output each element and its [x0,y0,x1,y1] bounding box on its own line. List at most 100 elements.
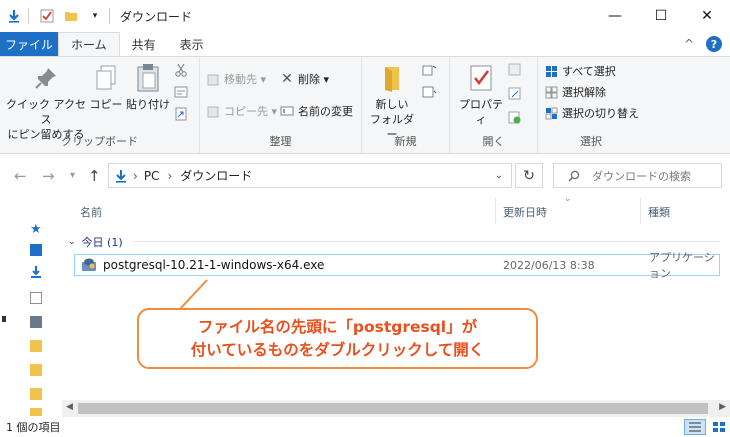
divider [109,8,110,24]
navigation-bar: ← → ▾ ↑ › PC › ダウンロード ⌄ ↻ ダウンロードの検索 [0,158,730,192]
pictures-icon[interactable] [30,316,42,328]
invert-selection-label: 選択の切り替え [562,107,639,120]
properties-check-icon[interactable] [37,6,57,26]
quick-access-star-icon[interactable]: ★ [30,222,42,237]
easy-access-icon[interactable] [422,85,438,99]
edit-icon[interactable] [508,87,522,101]
move-to-button[interactable]: 移動先 ▾ [206,71,266,87]
delete-label: 削除 ▾ [298,73,330,86]
rename-label: 名前の変更 [298,105,353,118]
organize-group: 移動先 ▾ ✕ 削除 ▾ コピー先 ▾ 名前の変更 整理 [200,57,362,153]
recent-dropdown-icon[interactable]: ▾ [70,170,75,181]
breadcrumb-pc[interactable]: PC [144,169,160,183]
clipboard-group-label: クリップボード [61,135,138,148]
callout-line2: 付いているものをダブルクリックして開く [190,340,485,359]
select-all-button[interactable]: すべて選択 [544,63,616,79]
new-folder-button[interactable]: 新しい フォルダー [366,61,418,142]
delete-button[interactable]: ✕ 削除 ▾ [280,71,329,87]
properties-button[interactable]: プロパティ [454,61,508,127]
customize-dropdown-icon[interactable]: ▾ [85,6,105,26]
history-icon[interactable] [508,111,522,125]
tab-home[interactable]: ホーム [58,32,120,56]
folder-icon[interactable] [30,408,42,416]
search-box[interactable]: ダウンロードの検索 [553,163,722,188]
details-view-button[interactable] [684,419,706,435]
tab-share[interactable]: 共有 [120,32,168,56]
paste-icon [133,61,163,95]
up-arrow-icon[interactable]: ↑ [88,167,101,185]
navigation-pane: ★ [0,196,62,421]
copy-path-icon[interactable] [174,85,188,99]
copy-to-icon [206,104,220,118]
copy-to-label: コピー先 ▾ [224,105,278,118]
new-folder-icon[interactable] [61,6,81,26]
location-download-icon [115,169,127,183]
refresh-button[interactable]: ↻ [515,163,543,188]
maximize-button[interactable]: ☐ [638,0,684,32]
select-group-label: 選択 [580,135,602,148]
title-bar: ▾ ダウンロード — ☐ ✕ [0,0,730,32]
delete-x-icon: ✕ [281,71,293,87]
breadcrumb-downloads[interactable]: ダウンロード [180,167,252,184]
scroll-right-arrow-icon[interactable]: ▶ [719,402,726,412]
pin-icon [31,61,61,95]
new-group: 新しい フォルダー 新規 [362,57,450,153]
copy-to-button[interactable]: コピー先 ▾ [206,103,277,119]
collapse-ribbon-icon[interactable]: ^ [684,37,694,51]
pin-quick-access-button[interactable]: クイック アクセス にピン留めする [6,61,86,142]
item-count: 1 個の項目 [6,421,61,434]
select-none-button[interactable]: 選択解除 [544,84,606,100]
minimize-button[interactable]: — [592,0,638,32]
invert-selection-button[interactable]: 選択の切り替え [544,105,639,121]
breadcrumb-chevron-icon[interactable]: › [133,169,138,183]
paste-button[interactable]: 貼り付け [126,61,170,112]
select-none-icon [544,85,558,99]
close-button[interactable]: ✕ [684,0,730,32]
search-input[interactable]: ダウンロードの検索 [592,168,691,184]
divider [28,8,29,24]
copy-button[interactable]: コピー [88,61,124,112]
back-arrow-icon[interactable]: ← [14,167,27,185]
paste-shortcut-icon[interactable] [174,107,188,121]
cut-icon[interactable] [174,63,188,77]
breadcrumb-chevron-icon[interactable]: › [167,169,172,183]
new-folder-label-line1: 新しい [375,98,409,111]
pin-label-line1: クイック アクセス [6,98,86,126]
rename-button[interactable]: 名前の変更 [280,103,353,119]
select-none-label: 選択解除 [562,86,606,99]
select-group: すべて選択 選択解除 選択の切り替え 選択 [538,57,644,153]
clipboard-group: クイック アクセス にピン留めする コピー 貼り付け クリップボード [0,57,200,153]
open-icon[interactable] [508,63,522,77]
callout-line1: ファイル名の先頭に「postgresql」が [197,317,478,336]
move-to-icon [206,72,220,86]
new-group-label: 新規 [394,135,417,148]
address-bar[interactable]: › PC › ダウンロード ⌄ [108,163,512,188]
properties-icon [466,61,496,95]
rename-icon [280,104,294,118]
paste-label: 貼り付け [126,98,170,111]
large-icons-view-button[interactable] [708,419,730,435]
address-dropdown-icon[interactable]: ⌄ [495,170,503,181]
horizontal-scrollbar[interactable]: ◀ ▶ [62,400,730,417]
desktop-icon[interactable] [30,244,42,256]
tab-view[interactable]: 表示 [168,32,216,56]
help-icon[interactable]: ? [706,36,722,52]
organize-group-label: 整理 [269,135,292,148]
tab-file[interactable]: ファイル [0,32,58,56]
new-item-icon[interactable] [422,63,438,77]
refresh-icon: ↻ [523,167,535,184]
scrollbar-thumb[interactable] [78,403,708,414]
folder-icon[interactable] [30,340,42,352]
forward-arrow-icon[interactable]: → [42,167,55,185]
move-to-label: 移動先 ▾ [224,73,267,86]
ribbon-controls: ^ ? [684,32,730,56]
documents-icon[interactable] [30,292,42,304]
scroll-left-arrow-icon[interactable]: ◀ [66,402,73,412]
folder-icon [377,61,407,95]
download-arrow-icon[interactable] [4,6,24,26]
status-bar: 1 個の項目 [0,417,730,437]
downloads-icon[interactable] [30,266,42,278]
folder-icon[interactable] [30,364,42,376]
folder-icon[interactable] [30,388,42,400]
copy-icon [91,61,121,95]
